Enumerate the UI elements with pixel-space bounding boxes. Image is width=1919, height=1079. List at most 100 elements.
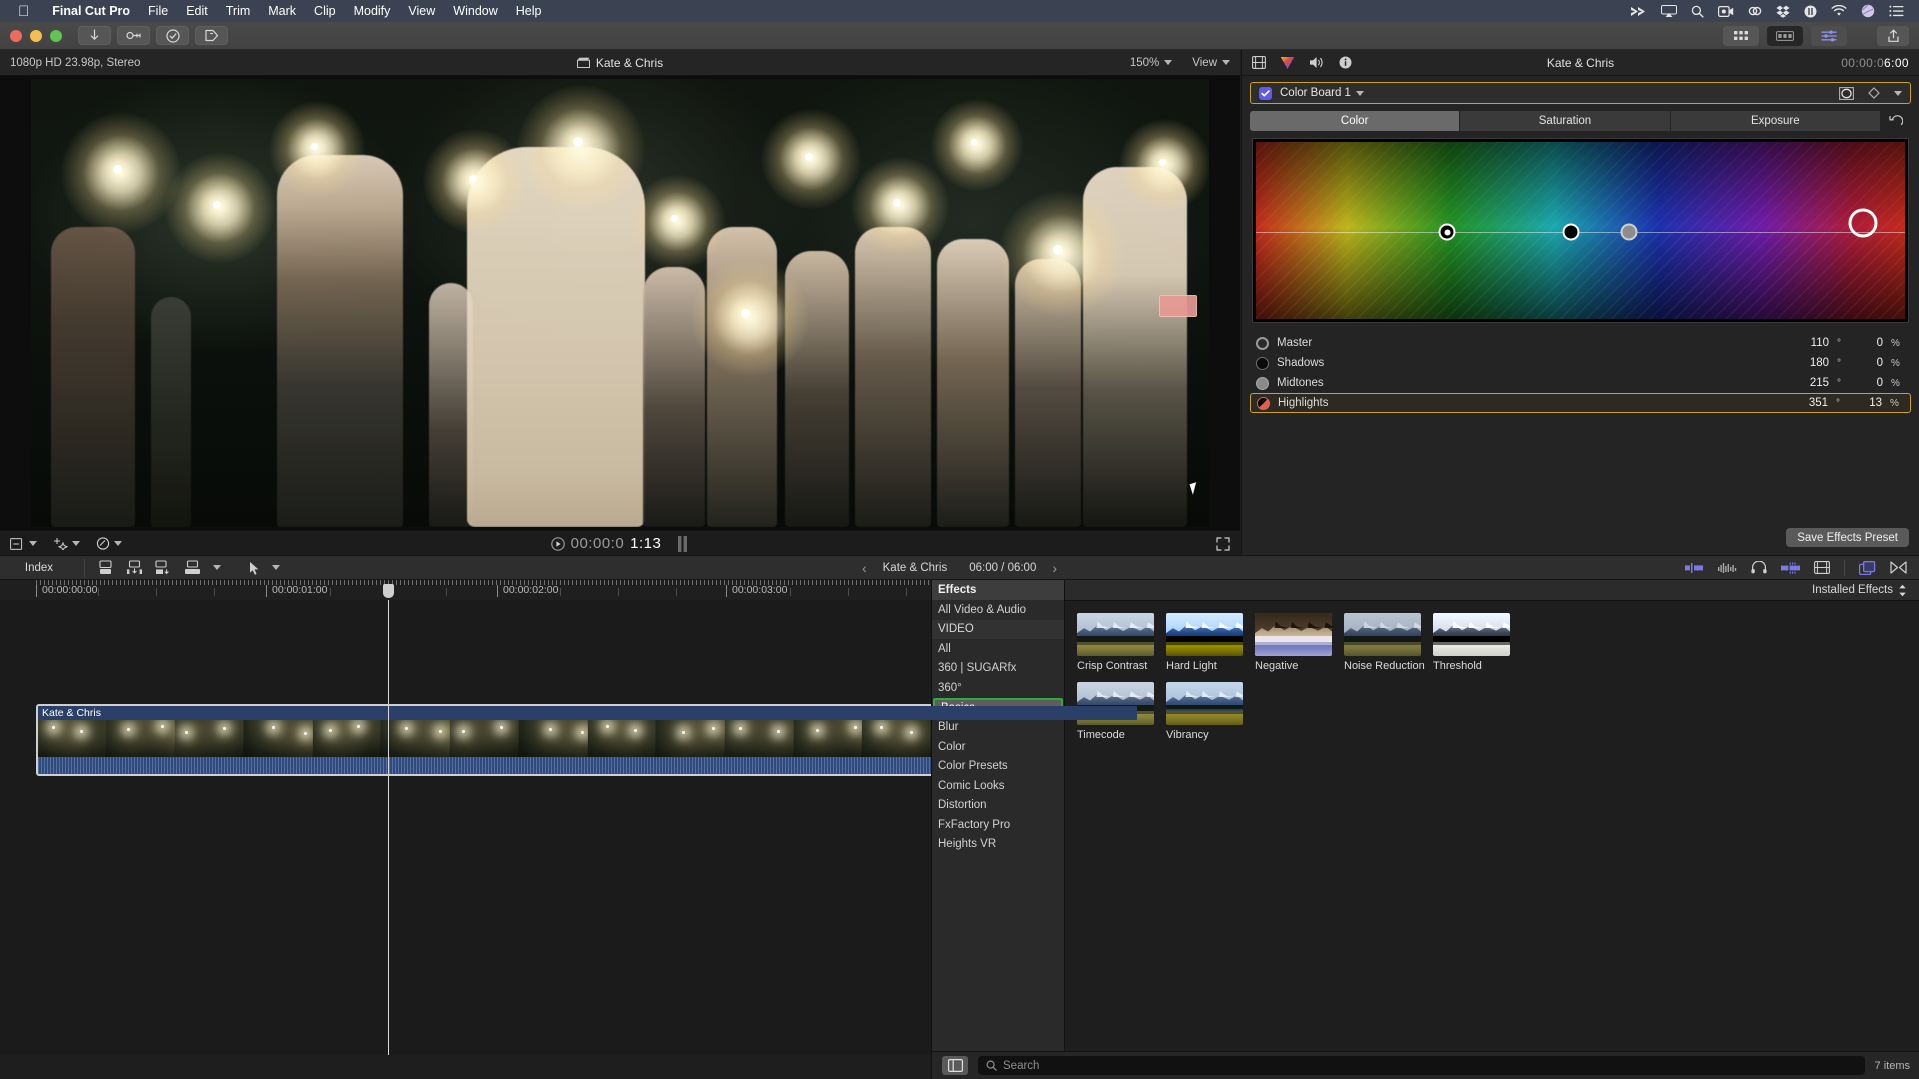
effect-enable-checkbox[interactable] (1259, 87, 1272, 100)
effect-thumbnail[interactable] (1077, 613, 1154, 656)
apple-icon[interactable]:  (18, 4, 29, 19)
effect-thumbnail[interactable] (1433, 613, 1510, 656)
minimize-button[interactable] (30, 30, 42, 42)
param-row-master[interactable]: Master 110 ° 0 % (1250, 333, 1911, 353)
retime-icon[interactable] (195, 26, 228, 45)
append-icon[interactable] (97, 560, 114, 575)
fx-category-fxfactory-pro[interactable]: FxFactory Pro (932, 815, 1064, 835)
color-board-effect-row[interactable]: Color Board 1 (1250, 82, 1911, 104)
effect-item-crisp-contrast[interactable]: Crisp Contrast (1077, 613, 1166, 672)
color-rectangle-overlay[interactable] (1159, 295, 1197, 317)
playhead-handle[interactable] (383, 584, 394, 598)
chevron-down-icon[interactable] (1894, 91, 1902, 96)
color-board-gradient[interactable] (1252, 138, 1909, 323)
menu-item-view[interactable]: View (399, 0, 444, 22)
param-angle-shadows[interactable]: 180 (1795, 357, 1829, 369)
menu-item-help[interactable]: Help (507, 0, 551, 22)
screen-record-icon[interactable] (1711, 6, 1741, 17)
retime-speed-icon[interactable] (96, 537, 122, 550)
close-button[interactable] (10, 30, 22, 42)
param-row-shadows[interactable]: Shadows 180 ° 0 % (1250, 353, 1911, 373)
param-pct-highlights[interactable]: 13 (1856, 397, 1882, 409)
share-icon[interactable] (1877, 26, 1909, 46)
param-angle-highlights[interactable]: 351 (1794, 397, 1828, 409)
timeline-index-button[interactable]: Index (0, 562, 78, 574)
sidebar-toggle-icon[interactable] (942, 1056, 968, 1075)
timeline-index-icon[interactable] (1767, 26, 1803, 46)
param-row-highlights[interactable]: Highlights 351 ° 13 % (1250, 393, 1911, 413)
effects-search-field[interactable]: Search (978, 1056, 1865, 1075)
effect-item-noise-reduction[interactable]: Noise Reduction (1344, 613, 1433, 672)
fx-category-all[interactable]: All (932, 639, 1064, 659)
creative-cloud-icon[interactable] (1741, 4, 1769, 18)
midtones-puck[interactable] (1621, 224, 1638, 241)
audio-meter-icon[interactable] (1781, 562, 1800, 574)
param-angle-midtones[interactable]: 215 (1795, 377, 1829, 389)
tab-saturation[interactable]: Saturation (1460, 111, 1669, 131)
fx-category-color-presets[interactable]: Color Presets (932, 757, 1064, 777)
fx-category-all-video-audio[interactable]: All Video & Audio (932, 600, 1064, 620)
master-puck[interactable] (1439, 224, 1456, 241)
fx-category-comic-looks[interactable]: Comic Looks (932, 776, 1064, 796)
keyframe-icon[interactable] (117, 26, 150, 45)
menu-item-file[interactable]: File (139, 0, 177, 22)
duplicate-display-icon[interactable] (1859, 561, 1876, 575)
viewer-canvas[interactable] (0, 76, 1240, 530)
fx-category-360[interactable]: 360° (932, 678, 1064, 698)
overwrite-icon[interactable] (184, 560, 201, 575)
save-effects-preset-button[interactable]: Save Effects Preset (1786, 528, 1909, 547)
check-circle-icon[interactable] (156, 26, 189, 45)
import-media-icon[interactable] (78, 26, 111, 45)
param-angle-master[interactable]: 110 (1795, 337, 1829, 349)
solo-icon[interactable] (1751, 561, 1767, 574)
transmit-icon[interactable] (1623, 6, 1654, 17)
next-project-arrow[interactable]: › (1052, 560, 1057, 576)
tab-exposure[interactable]: Exposure (1671, 111, 1880, 131)
updown-chevron-icon[interactable] (1898, 584, 1907, 597)
inspector-icon[interactable] (1811, 26, 1847, 46)
highlights-puck[interactable] (1848, 209, 1877, 238)
menu-item-trim[interactable]: Trim (217, 0, 260, 22)
menu-item-window[interactable]: Window (444, 0, 506, 22)
globe-icon[interactable] (1854, 4, 1882, 18)
info-inspector-icon[interactable] (1339, 56, 1352, 69)
prev-project-arrow[interactable]: ‹ (862, 560, 867, 576)
mailbutler-icon[interactable] (1797, 5, 1824, 18)
viewer-fullscreen[interactable] (1216, 537, 1230, 551)
menu-item-modify[interactable]: Modify (345, 0, 400, 22)
fullscreen-icon[interactable] (1216, 537, 1230, 551)
effect-thumbnail[interactable] (1344, 613, 1421, 656)
keyframe-diamond-icon[interactable] (1868, 87, 1880, 99)
zoom-button[interactable] (50, 30, 62, 42)
connect-icon[interactable] (155, 560, 172, 575)
color-board-effect-name[interactable]: Color Board 1 (1280, 87, 1364, 99)
menu-item-edit[interactable]: Edit (177, 0, 217, 22)
video-scopes-icon[interactable] (10, 538, 37, 550)
menu-item-mark[interactable]: Mark (259, 0, 305, 22)
menu-item-clip[interactable]: Clip (305, 0, 345, 22)
audio-waveform-icon[interactable] (1718, 562, 1737, 574)
browser-grid-icon[interactable] (1723, 26, 1759, 46)
menu-item-final-cut-pro[interactable]: Final Cut Pro (43, 0, 139, 22)
fx-category-heights-vr[interactable]: Heights VR (932, 835, 1064, 855)
zoom-fit-icon[interactable] (1890, 561, 1907, 574)
search-icon[interactable] (1684, 5, 1711, 18)
param-pct-shadows[interactable]: 0 (1857, 357, 1883, 369)
fx-category-360-sugarfx[interactable]: 360 | SUGARfx (932, 659, 1064, 679)
fx-category-blur[interactable]: Blur (932, 718, 1064, 738)
audio-meters-icon[interactable] (677, 535, 689, 553)
shadows-puck[interactable] (1562, 224, 1579, 241)
wifi-icon[interactable] (1824, 5, 1854, 17)
effect-item-negative[interactable]: Negative (1255, 613, 1344, 672)
effect-thumbnail[interactable] (1166, 613, 1243, 656)
chevron-down-icon[interactable] (213, 565, 221, 570)
effects-filter-bar[interactable]: Installed Effects (1065, 580, 1919, 601)
chevron-down-icon[interactable] (272, 565, 280, 570)
audio-inspector-icon[interactable] (1309, 56, 1325, 69)
param-pct-midtones[interactable]: 0 (1857, 377, 1883, 389)
zoom-level-dropdown[interactable]: 150% (1130, 57, 1172, 69)
fx-category-color[interactable]: Color (932, 737, 1064, 757)
view-dropdown[interactable]: View (1192, 57, 1230, 69)
insert-icon[interactable] (126, 560, 143, 575)
param-pct-master[interactable]: 0 (1857, 337, 1883, 349)
